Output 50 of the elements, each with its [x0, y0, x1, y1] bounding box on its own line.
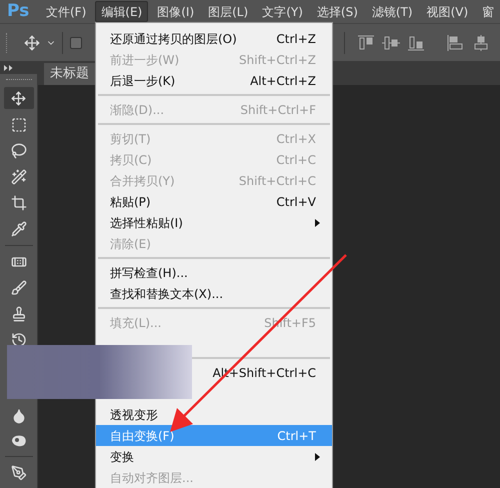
- shortcut-text: Alt+Ctrl+Z: [250, 72, 317, 90]
- menu-item[interactable]: 自由变换(F) Ctrl+T: [96, 425, 332, 446]
- menu-title[interactable]: 窗: [477, 1, 500, 22]
- checkbox[interactable]: [70, 36, 82, 48]
- blob-icon[interactable]: [10, 434, 28, 448]
- crop-icon[interactable]: [10, 195, 26, 211]
- shortcut-text: Shift+Ctrl+C: [238, 172, 317, 190]
- menu-item[interactable]: 变换: [96, 446, 332, 467]
- menu-title[interactable]: 图层(L): [203, 1, 254, 22]
- shortcut-text: Ctrl+C: [276, 152, 317, 168]
- shortcut-text: Ctrl+V: [276, 194, 317, 210]
- brush-icon[interactable]: [10, 280, 26, 296]
- shortcut-text: Shift+Ctrl+Z: [239, 52, 317, 68]
- app-logo: Ps: [7, 3, 30, 20]
- pen-icon[interactable]: [10, 465, 26, 481]
- menu-title[interactable]: 文件(F): [41, 1, 92, 22]
- menu-item[interactable]: 选择性粘贴(I): [96, 212, 332, 233]
- eyedropper-icon[interactable]: [10, 221, 26, 237]
- menu-title[interactable]: 视图(V): [422, 1, 474, 22]
- move-tool-icon[interactable]: [24, 34, 40, 50]
- move-icon: [11, 90, 26, 106]
- menu-title[interactable]: 文字(Y): [257, 1, 308, 22]
- shortcut-text: Ctrl+Z: [276, 30, 317, 48]
- align-icon[interactable]: [472, 34, 490, 50]
- menu-title[interactable]: 滤镜(T): [366, 1, 418, 22]
- align-icon[interactable]: [382, 34, 400, 50]
- submenu-arrow-icon: [315, 218, 320, 226]
- menu-item[interactable]: 查找和替换文本(X)...: [96, 283, 332, 304]
- menu-title[interactable]: 图像(I): [152, 1, 200, 22]
- align-icon[interactable]: [407, 34, 425, 50]
- align-icon[interactable]: [357, 34, 375, 50]
- droplet-icon[interactable]: [10, 408, 26, 424]
- submenu-arrow-icon: [315, 452, 320, 460]
- marquee-icon[interactable]: [10, 117, 26, 133]
- menu-title[interactable]: 编辑(E): [95, 1, 148, 22]
- shortcut-text: Ctrl+X: [276, 130, 317, 148]
- menu-item[interactable]: 还原通过拷贝的图层(O) Ctrl+Z: [96, 28, 332, 49]
- align-icon[interactable]: [447, 34, 465, 50]
- stamp-icon[interactable]: [10, 306, 26, 322]
- shortcut-text: Ctrl+T: [277, 428, 317, 444]
- menu-item[interactable]: 拼写检查(H)...: [96, 262, 332, 283]
- lasso-icon[interactable]: [10, 143, 26, 159]
- menu-title[interactable]: 选择(S): [312, 1, 363, 22]
- expand-icon[interactable]: [4, 65, 13, 71]
- menu-item[interactable]: 粘贴(P) Ctrl+V: [96, 191, 332, 212]
- menu-item[interactable]: 透视变形: [96, 404, 332, 425]
- shortcut-text: Shift+Ctrl+F: [240, 102, 317, 118]
- history-brush-icon[interactable]: [10, 332, 26, 348]
- magic-wand-icon[interactable]: [10, 169, 26, 185]
- move-tool-button[interactable]: [4, 87, 34, 109]
